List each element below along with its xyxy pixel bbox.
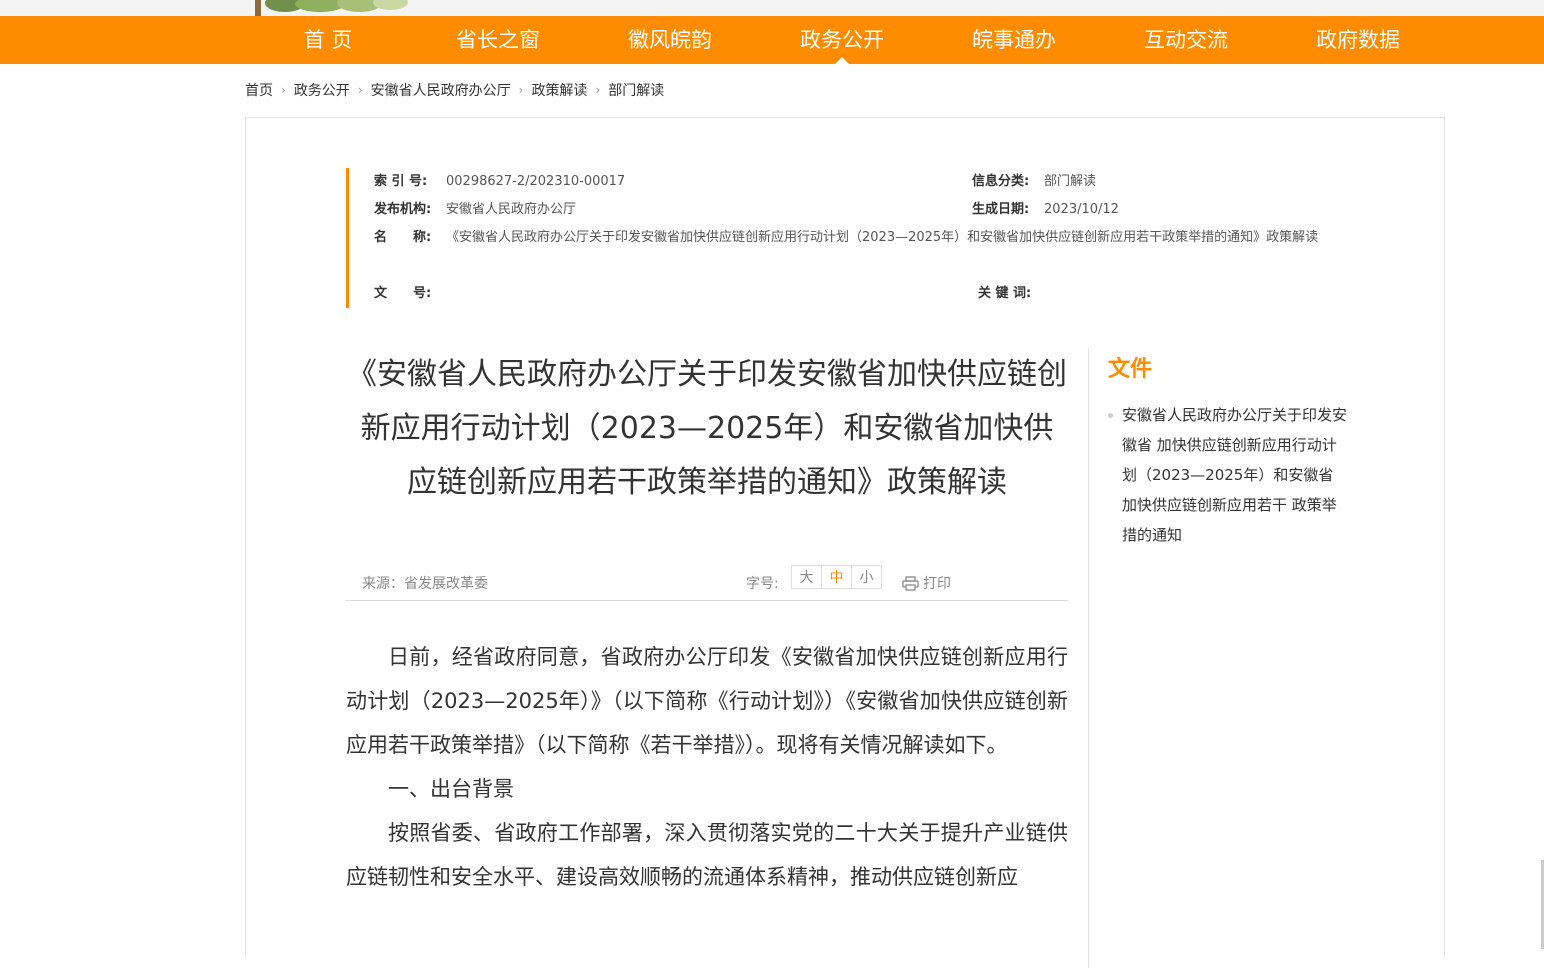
article: 《安徽省人民政府办公厅关于印发安徽省加快供应链创新应用行动计划（2023—202…	[346, 348, 1068, 889]
section-heading: 一、出台背景	[388, 777, 514, 801]
nav-item-gov-affairs[interactable]: 政务公开	[756, 16, 928, 64]
body-paragraph: 按照省委、省政府工作部署，深入贯彻落实党的二十大关于提升产业链供应链韧性和安全水…	[346, 821, 1068, 889]
breadcrumb-dept[interactable]: 部门解读	[608, 80, 664, 100]
printer-icon	[902, 575, 919, 591]
meta-keywords-label: 关 键 词:	[978, 286, 1032, 301]
meta-docno-label: 文 号:	[374, 286, 432, 301]
article-source: 来源：省发展改革委	[362, 576, 488, 592]
article-body: 日前，经省政府同意，省政府办公厅印发《安徽省加快供应链创新应用行动计划（2023…	[346, 635, 1068, 899]
font-large-button[interactable]: 大	[791, 565, 822, 589]
print-label: 打印	[923, 576, 951, 592]
print-button[interactable]: 打印	[902, 573, 951, 593]
breadcrumb-home[interactable]: 首页	[245, 80, 273, 100]
main-nav: 首 页 省长之窗 徽风皖韵 政务公开 皖事通办 互动交流 政府数据	[0, 16, 1544, 64]
breadcrumb-office[interactable]: 安徽省人民政府办公厅	[371, 80, 511, 100]
meta-name-label: 名 称:	[374, 230, 432, 245]
meta-category-label: 信息分类:	[972, 174, 1030, 189]
meta-name-value: 《安徽省人民政府办公厅关于印发安徽省加快供应链创新应用行动计划（2023—202…	[446, 230, 1319, 245]
body-paragraph: 日前，经省政府同意，省政府办公厅印发《安徽省加快供应链创新应用行动计划（2023…	[346, 645, 1068, 757]
breadcrumb-gov-affairs[interactable]: 政务公开	[294, 80, 350, 100]
nav-item-services[interactable]: 皖事通办	[928, 16, 1100, 64]
nav-item-governor[interactable]: 省长之窗	[412, 16, 584, 64]
nav-item-interaction[interactable]: 互动交流	[1100, 16, 1272, 64]
nav-item-culture[interactable]: 徽风皖韵	[584, 16, 756, 64]
sidebar-title: 文件	[1108, 357, 1153, 382]
font-small-button[interactable]: 小	[851, 565, 882, 589]
sidebar-file-link[interactable]: 安徽省人民政府办公厅关于印发安徽省 加快供应链创新应用行动计划（2023—202…	[1108, 400, 1348, 550]
document-meta: 索 引 号: 00298627-2/202310-00017 信息分类: 部门解…	[346, 168, 1318, 308]
chevron-right-icon: ›	[357, 83, 363, 97]
nav-item-home[interactable]: 首 页	[242, 16, 414, 64]
content-panel: 索 引 号: 00298627-2/202310-00017 信息分类: 部门解…	[245, 117, 1445, 968]
meta-index-value: 00298627-2/202310-00017	[446, 174, 626, 189]
meta-publisher-value: 安徽省人民政府办公厅	[446, 202, 577, 217]
chevron-right-icon: ›	[595, 83, 601, 97]
meta-date-label: 生成日期:	[972, 202, 1030, 217]
breadcrumb: 首页 › 政务公开 › 安徽省人民政府办公厅 › 政策解读 › 部门解读	[245, 80, 664, 100]
header-banner	[0, 0, 1544, 16]
column-divider	[1088, 348, 1089, 968]
related-files-sidebar: 文件 安徽省人民政府办公厅关于印发安徽省 加快供应链创新应用行动计划（2023—…	[1108, 354, 1358, 550]
meta-category-value: 部门解读	[1044, 174, 1097, 189]
meta-date-value: 2023/10/12	[1044, 202, 1119, 217]
meta-publisher-label: 发布机构:	[374, 202, 432, 217]
breadcrumb-policy[interactable]: 政策解读	[531, 80, 587, 100]
nav-item-gov-data[interactable]: 政府数据	[1272, 16, 1444, 64]
chevron-right-icon: ›	[518, 83, 524, 97]
article-toolbar: 来源：省发展改革委 字号: 大 中 小 打印	[346, 563, 1068, 601]
banner-tree-decoration	[255, 0, 410, 16]
font-medium-button[interactable]: 中	[821, 565, 852, 589]
article-title: 《安徽省人民政府办公厅关于印发安徽省加快供应链创新应用行动计划（2023—202…	[347, 357, 1067, 500]
font-size-group: 大 中 小	[791, 565, 882, 589]
meta-index-label: 索 引 号:	[374, 174, 428, 189]
chevron-right-icon: ›	[281, 83, 286, 97]
font-size-label: 字号:	[746, 576, 779, 592]
